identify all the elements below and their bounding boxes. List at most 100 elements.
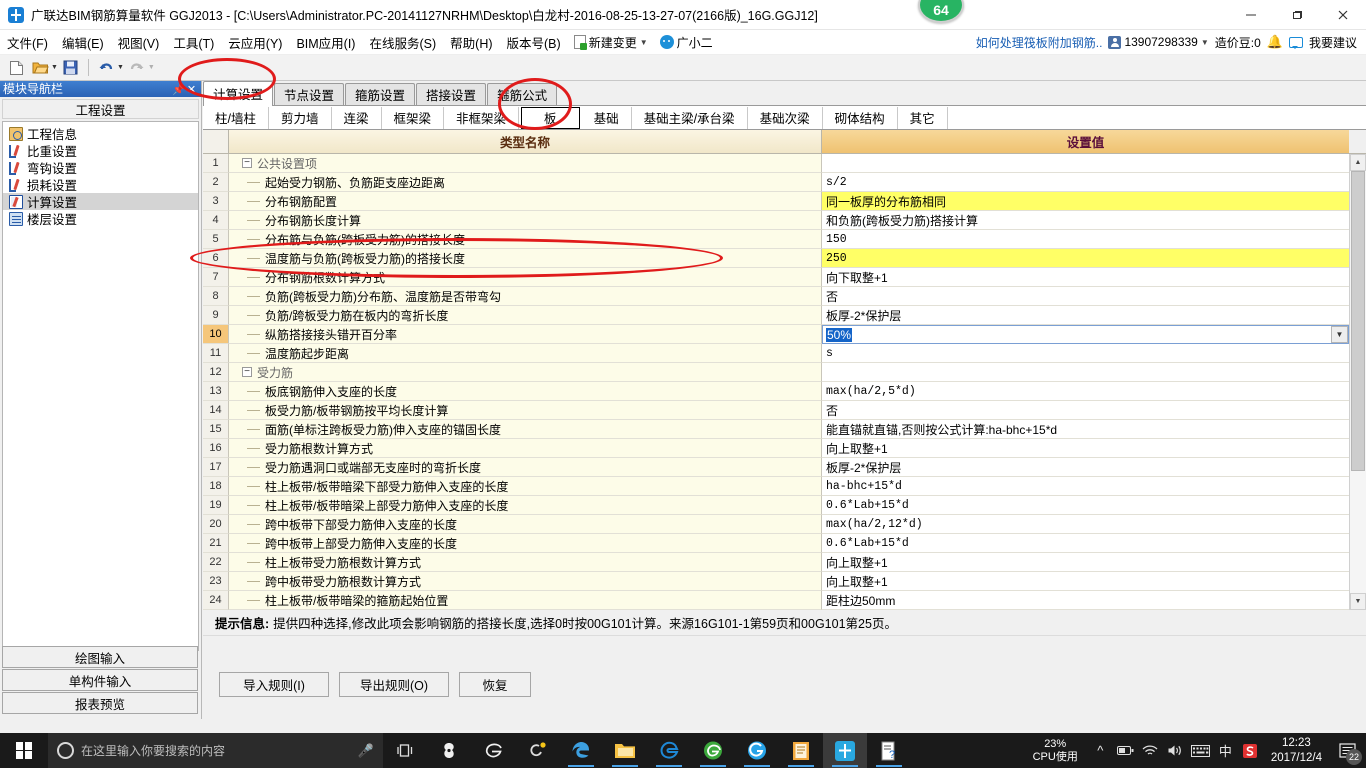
- row-value-cell[interactable]: 板厚-2*保护层: [822, 458, 1349, 477]
- maximize-button[interactable]: [1274, 0, 1320, 30]
- table-row[interactable]: 16 受力筋根数计算方式 向上取整+1: [203, 439, 1349, 458]
- table-row[interactable]: 10 纵筋搭接接头错开百分率 50% ▼: [203, 325, 1349, 344]
- app-icon-swirl[interactable]: [427, 733, 471, 768]
- table-row[interactable]: 2 起始受力钢筋、负筋距支座边距离 s/2: [203, 173, 1349, 192]
- tab-foundation-main-beam[interactable]: 基础主梁/承台梁: [632, 106, 748, 129]
- row-type-name-cell[interactable]: 温度筋起步距离: [229, 344, 822, 363]
- cpu-usage-indicator[interactable]: 23% CPU使用: [1023, 738, 1088, 764]
- bell-icon[interactable]: 🔔: [1267, 34, 1283, 50]
- table-row[interactable]: 8 负筋(跨板受力筋)分布筋、温度筋是否带弯勾 否: [203, 287, 1349, 306]
- feedback-icon[interactable]: [1288, 36, 1303, 49]
- sogou-input-icon[interactable]: [1238, 733, 1263, 768]
- close-button[interactable]: [1320, 0, 1366, 30]
- table-row[interactable]: 3 分布钢筋配置 同一板厚的分布筋相同: [203, 192, 1349, 211]
- app-icon-file-explorer[interactable]: [603, 733, 647, 768]
- sidebar-item-calculation-settings[interactable]: 计算设置: [3, 193, 198, 210]
- tab-other[interactable]: 其它: [898, 106, 948, 129]
- open-file-icon[interactable]: [29, 57, 51, 79]
- table-row[interactable]: 4 分布钢筋长度计算 和负筋(跨板受力筋)搭接计算: [203, 211, 1349, 230]
- chevron-down-icon[interactable]: ▼: [51, 64, 58, 71]
- row-type-name-cell[interactable]: 负筋(跨板受力筋)分布筋、温度筋是否带弯勾: [229, 287, 822, 306]
- pin-icon[interactable]: 📌: [172, 83, 186, 96]
- app-icon-360-browser[interactable]: [735, 733, 779, 768]
- table-row[interactable]: 17 受力筋遇洞口或端部无支座时的弯折长度 板厚-2*保护层: [203, 458, 1349, 477]
- row-value-cell[interactable]: [822, 363, 1349, 382]
- row-value-cell[interactable]: 向下取整+1: [822, 268, 1349, 287]
- keyboard-icon[interactable]: [1188, 733, 1213, 768]
- row-value-cell[interactable]: 能直锚就直锚,否则按公式计算:ha-bhc+15*d: [822, 420, 1349, 439]
- save-icon[interactable]: [60, 57, 82, 79]
- table-row[interactable]: 14 板受力筋/板带钢筋按平均长度计算 否: [203, 401, 1349, 420]
- coin-balance[interactable]: 造价豆:0: [1215, 34, 1261, 51]
- draw-input-button[interactable]: 绘图输入: [2, 646, 198, 668]
- row-type-name-cell[interactable]: 跨中板带下部受力筋伸入支座的长度: [229, 515, 822, 534]
- row-value-cell[interactable]: 向上取整+1: [822, 439, 1349, 458]
- tab-non-frame-beam[interactable]: 非框架梁: [444, 106, 520, 129]
- tab-foundation-sub-beam[interactable]: 基础次梁: [748, 106, 823, 129]
- table-row[interactable]: 11 温度筋起步距离 s: [203, 344, 1349, 363]
- tab-foundation[interactable]: 基础: [582, 106, 632, 129]
- scroll-up-icon[interactable]: ▲: [1350, 154, 1366, 171]
- tab-lap-settings[interactable]: 搭接设置: [416, 83, 487, 105]
- menu-bim[interactable]: BIM应用(I): [289, 31, 362, 54]
- menu-edit[interactable]: 编辑(E): [55, 31, 111, 54]
- table-row[interactable]: 5 分布筋与负筋(跨板受力筋)的搭接长度 150: [203, 230, 1349, 249]
- import-rules-button[interactable]: 导入规则(I): [219, 672, 329, 697]
- row-type-name-cell[interactable]: 分布筋与负筋(跨板受力筋)的搭接长度: [229, 230, 822, 249]
- app-icon-glodon-ggj[interactable]: [823, 733, 867, 768]
- menu-online[interactable]: 在线服务(S): [362, 31, 443, 54]
- scrollbar-thumb[interactable]: [1351, 171, 1365, 471]
- sidebar-item-loss-settings[interactable]: 损耗设置: [3, 176, 198, 193]
- single-member-button[interactable]: 单构件输入: [2, 669, 198, 691]
- grid-vertical-scrollbar[interactable]: ▲ ▼: [1349, 154, 1366, 610]
- row-type-name-cell[interactable]: 板底钢筋伸入支座的长度: [229, 382, 822, 401]
- app-icon-green-browser[interactable]: [691, 733, 735, 768]
- report-preview-button[interactable]: 报表预览: [2, 692, 198, 714]
- app-icon-help-document[interactable]: ?: [867, 733, 911, 768]
- tab-shear-wall[interactable]: 剪力墙: [269, 106, 332, 129]
- row-value-cell[interactable]: max(ha/2,5*d): [822, 382, 1349, 401]
- menu-help[interactable]: 帮助(H): [443, 31, 499, 54]
- tab-node-settings[interactable]: 节点设置: [274, 83, 345, 105]
- tab-stirrup-settings[interactable]: 箍筋设置: [345, 83, 416, 105]
- menu-cloud[interactable]: 云应用(Y): [221, 31, 289, 54]
- row-value-cell[interactable]: 同一板厚的分布筋相同: [822, 192, 1349, 211]
- export-rules-button[interactable]: 导出规则(O): [339, 672, 449, 697]
- task-view-icon[interactable]: [383, 733, 427, 768]
- tab-calculation-settings[interactable]: 计算设置: [203, 81, 274, 106]
- undo-icon[interactable]: [95, 57, 117, 79]
- taskbar-clock[interactable]: 12:23 2017/12/4: [1263, 736, 1330, 766]
- table-row[interactable]: 6 温度筋与负筋(跨板受力筋)的搭接长度 250: [203, 249, 1349, 268]
- microphone-icon[interactable]: 🎤: [358, 743, 374, 759]
- app-icon-notepad[interactable]: [779, 733, 823, 768]
- volume-icon[interactable]: [1163, 733, 1188, 768]
- taskbar-search-box[interactable]: 在这里输入你要搜索的内容 🎤: [48, 733, 383, 768]
- table-row[interactable]: 18 柱上板带/板带暗梁下部受力筋伸入支座的长度 ha-bhc+15*d: [203, 477, 1349, 496]
- sidebar-item-weight-settings[interactable]: 比重设置: [3, 142, 198, 159]
- app-icon-explorer-outline[interactable]: [471, 733, 515, 768]
- sidebar-item-project-info[interactable]: 工程信息: [3, 125, 198, 142]
- row-value-cell[interactable]: s/2: [822, 173, 1349, 192]
- chevron-down-icon[interactable]: ▼: [117, 64, 124, 71]
- collapse-icon[interactable]: −: [242, 158, 252, 168]
- table-row[interactable]: 1− 公共设置项: [203, 154, 1349, 173]
- tab-stirrup-formula[interactable]: 箍筋公式: [487, 83, 558, 105]
- row-value-cell[interactable]: 向上取整+1: [822, 572, 1349, 591]
- row-type-name-cell[interactable]: 受力筋根数计算方式: [229, 439, 822, 458]
- tab-coupling-beam[interactable]: 连梁: [332, 106, 382, 129]
- app-icon-internet-explorer[interactable]: [647, 733, 691, 768]
- row-type-name-cell[interactable]: 受力筋遇洞口或端部无支座时的弯折长度: [229, 458, 822, 477]
- row-value-cell[interactable]: 和负筋(跨板受力筋)搭接计算: [822, 211, 1349, 230]
- row-value-cell[interactable]: 否: [822, 401, 1349, 420]
- row-type-name-cell[interactable]: 温度筋与负筋(跨板受力筋)的搭接长度: [229, 249, 822, 268]
- start-button[interactable]: [0, 733, 48, 768]
- table-row[interactable]: 21 跨中板带上部受力筋伸入支座的长度 0.6*Lab+15*d: [203, 534, 1349, 553]
- table-row[interactable]: 12− 受力筋: [203, 363, 1349, 382]
- ime-language-indicator[interactable]: 中: [1213, 733, 1238, 768]
- menu-tools[interactable]: 工具(T): [166, 31, 221, 54]
- row-value-cell[interactable]: 0.6*Lab+15*d: [822, 496, 1349, 515]
- new-change-button[interactable]: 新建变更 ▼: [568, 34, 654, 51]
- row-type-name-cell[interactable]: 柱上板带受力筋根数计算方式: [229, 553, 822, 572]
- new-file-icon[interactable]: [5, 57, 27, 79]
- row-type-name-cell[interactable]: 纵筋搭接接头错开百分率: [229, 325, 822, 344]
